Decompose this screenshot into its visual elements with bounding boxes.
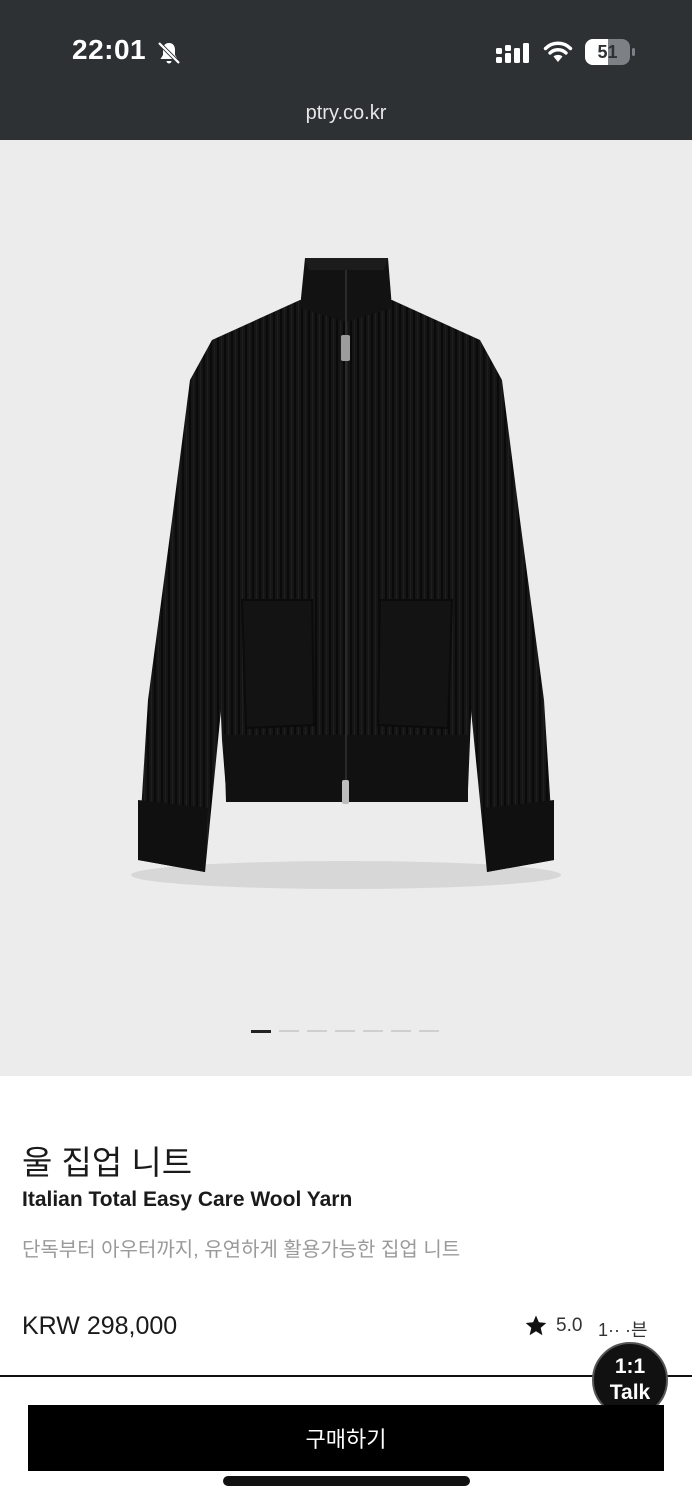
- wifi-icon: [543, 41, 573, 62]
- battery-icon: 51: [585, 39, 635, 65]
- gallery-dot[interactable]: [391, 1030, 411, 1032]
- product-photo-cardigan: [131, 258, 561, 889]
- gallery-dot[interactable]: [279, 1030, 299, 1032]
- product-subtitle: Italian Total Easy Care Wool Yarn: [22, 1188, 353, 1211]
- rating-value: 5.0: [556, 1315, 583, 1336]
- product-price: KRW 298,000: [22, 1312, 178, 1340]
- gallery-dot[interactable]: [335, 1030, 355, 1032]
- talk-line1: 1:1: [614, 1355, 646, 1378]
- gallery-dot[interactable]: [251, 1030, 271, 1033]
- product-description: 단독부터 아우터까지, 유연하게 활용가능한 집업 니트: [22, 1239, 461, 1261]
- gallery-dot[interactable]: [363, 1030, 383, 1032]
- home-indicator[interactable]: [223, 1476, 470, 1486]
- talk-line2: Talk: [609, 1381, 651, 1404]
- status-time: 22:01: [72, 34, 147, 65]
- gallery-dot[interactable]: [307, 1030, 327, 1032]
- star-icon: [525, 1315, 547, 1336]
- divider: [0, 1375, 692, 1377]
- url-bar[interactable]: ptry.co.kr: [0, 102, 692, 125]
- gallery-dot[interactable]: [419, 1030, 439, 1032]
- battery-level: 51: [597, 42, 618, 62]
- product-title: 울 집업 니트: [22, 1144, 193, 1181]
- bell-slash-icon: [157, 41, 181, 65]
- review-count[interactable]: 1·· ·븐: [598, 1316, 648, 1342]
- product-image-gallery[interactable]: [0, 140, 692, 1076]
- gallery-pagination[interactable]: [251, 1030, 439, 1033]
- browser-top-bar: 22:01 51 ptry.co.kr: [0, 0, 692, 140]
- cellular-signal-icon: [496, 43, 529, 63]
- product-rating[interactable]: 5.0: [524, 1314, 582, 1338]
- buy-button[interactable]: 구매하기: [28, 1405, 664, 1471]
